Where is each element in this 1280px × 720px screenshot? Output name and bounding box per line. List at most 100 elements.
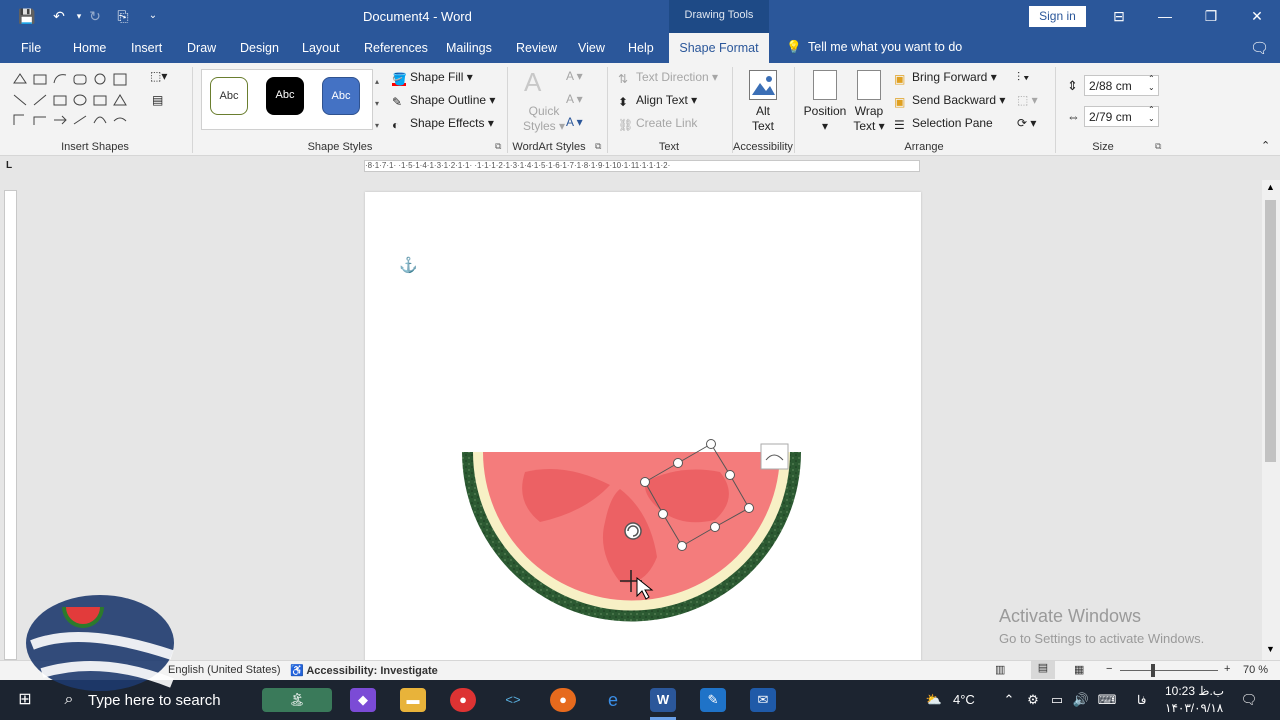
vertical-ruler[interactable] [4, 190, 17, 660]
scroll-thumb[interactable] [1265, 200, 1276, 462]
alt-text-button[interactable]: Alt Text [746, 104, 780, 134]
redo-icon[interactable]: ↻ [84, 6, 106, 26]
firefox-icon[interactable]: ● [550, 688, 576, 712]
scroll-down-icon[interactable]: ▼ [1266, 644, 1275, 654]
alt-text-icon[interactable] [749, 70, 777, 100]
tab-shape-format[interactable]: Shape Format [669, 33, 769, 63]
bring-forward-icon: ▣ [894, 72, 906, 86]
wordart-a-icon: A [524, 67, 542, 97]
style-swatch-black[interactable]: Abc [266, 77, 304, 115]
tab-design[interactable]: Design [240, 41, 279, 55]
quick-access-icon[interactable]: ⎘ [112, 6, 134, 26]
tab-home[interactable]: Home [73, 41, 106, 55]
horizontal-ruler[interactable]: ·8·1·7·1· ·1·5·1·4·1·3·1·2·1·1· ·1·1·1·2… [364, 160, 920, 172]
weather-icon[interactable]: ⛅ [921, 688, 947, 712]
align-text-button[interactable]: ⬍ Align Text ▾ [618, 93, 697, 109]
read-mode-icon[interactable]: ▥ [995, 663, 1005, 676]
rotate-icon[interactable]: ⟳ ▾ [1017, 116, 1036, 130]
position-button[interactable]: Position ▾ [800, 104, 850, 134]
close-button[interactable]: ✕ [1234, 0, 1280, 33]
temperature[interactable]: 4°C [953, 692, 975, 707]
tab-draw[interactable]: Draw [187, 41, 216, 55]
input-language[interactable]: ﻓﺎ [1137, 693, 1146, 707]
title-bar: 💾 ↶ ▾ ↻ ⎘ ⌄ Document4 - Word Drawing Too… [0, 0, 1280, 33]
style-swatch-outline[interactable]: Abc [210, 77, 248, 115]
alt-text-label-2: Text [751, 119, 774, 133]
height-spinner-icon[interactable]: ⌃ ⌄ [1148, 74, 1155, 92]
tab-view[interactable]: View [578, 41, 605, 55]
layout-options-icon[interactable] [760, 443, 789, 470]
clock-time[interactable]: 10:23 ب.ظ [1165, 684, 1224, 698]
wordart-launcher-icon[interactable]: ⧉ [595, 141, 601, 152]
tab-insert[interactable]: Insert [131, 41, 162, 55]
language-status[interactable]: English (United States) [168, 664, 281, 676]
wrap-text-button[interactable]: Wrap Text ▾ [850, 104, 888, 134]
tray-app-icon[interactable]: ⚙ [1020, 688, 1046, 712]
tray-expand-icon[interactable]: ⌃ [996, 688, 1022, 712]
internet-explorer-icon[interactable]: e [600, 688, 626, 712]
notifications-icon[interactable]: 🗨 [1236, 688, 1262, 712]
file-explorer-icon[interactable]: ▬ [400, 688, 426, 712]
sign-in-button[interactable]: Sign in [1029, 6, 1086, 27]
ribbon-display-icon[interactable]: ⊟ [1096, 0, 1142, 33]
vertical-scrollbar[interactable]: ▲ ▼ [1262, 180, 1280, 660]
volume-icon[interactable]: 🔊 [1068, 688, 1094, 712]
network-icon[interactable]: ▭ [1044, 688, 1070, 712]
zoom-out-icon[interactable]: − [1106, 663, 1112, 675]
minimize-button[interactable]: — [1142, 0, 1188, 33]
print-layout-icon[interactable]: ▤ [1031, 661, 1055, 679]
gallery-scroll-icon[interactable]: ▴ ▾ ▾ [375, 71, 379, 137]
width-spinner-icon[interactable]: ⌃ ⌄ [1148, 105, 1155, 123]
edit-shape-icon[interactable]: ⬚▾ [150, 69, 167, 83]
clock-date[interactable]: ۱۴۰۳/۰۹/۱۸ [1165, 701, 1223, 715]
position-icon[interactable] [813, 70, 837, 100]
tab-help[interactable]: Help [628, 41, 654, 55]
tab-file[interactable]: File [21, 41, 41, 55]
text-box-icon[interactable]: ▤ [152, 93, 163, 107]
collapse-ribbon-icon[interactable]: ⌃ [1261, 139, 1270, 152]
outlook-icon[interactable]: ✉ [750, 688, 776, 712]
size-launcher-icon[interactable]: ⧉ [1155, 141, 1161, 152]
shape-fill-button[interactable]: 🪣 Shape Fill ▾ [392, 70, 473, 86]
tell-me-search[interactable]: 💡 Tell me what you want to do [786, 40, 962, 55]
wrap-text-icon[interactable] [857, 70, 881, 100]
copilot-icon[interactable]: ◆ [350, 688, 376, 712]
zoom-in-icon[interactable]: + [1224, 663, 1230, 675]
drawing-tools-label: Drawing Tools [669, 0, 769, 33]
shape-effects-button[interactable]: ◐ Shape Effects ▾ [392, 116, 494, 132]
tab-review[interactable]: Review [516, 41, 557, 55]
undo-icon[interactable]: ↶ [48, 6, 70, 26]
text-effects-icon[interactable]: A ▾ [566, 115, 583, 129]
document-page[interactable]: ⚓ [365, 192, 921, 662]
send-backward-button[interactable]: ▣ Send Backward ▾ [894, 93, 1005, 109]
zoom-level[interactable]: 70 % [1243, 664, 1268, 676]
save-icon[interactable]: 💾 [16, 6, 38, 26]
paint-icon[interactable]: ✎ [700, 688, 726, 712]
comments-icon[interactable]: 🗨 [1250, 39, 1269, 57]
code-editor-icon[interactable]: <> [500, 688, 526, 712]
shape-styles-launcher-icon[interactable]: ⧉ [495, 141, 501, 152]
zoom-slider[interactable] [1120, 670, 1218, 671]
scroll-up-icon[interactable]: ▲ [1266, 182, 1275, 192]
tab-selector-icon[interactable]: L [6, 160, 12, 171]
customize-toolbar-icon[interactable]: ⌄ [142, 6, 164, 26]
zoom-slider-thumb[interactable] [1151, 664, 1155, 677]
keyboard-icon[interactable]: ⌨ [1094, 688, 1120, 712]
watermelon-drawing[interactable] [365, 192, 921, 662]
shape-outline-button[interactable]: ✎ Shape Outline ▾ [392, 93, 495, 109]
group-accessibility: Accessibility [733, 141, 793, 153]
accessibility-status[interactable]: ♿ Accessibility: Investigate [290, 664, 438, 677]
word-app-icon[interactable]: W [650, 688, 676, 712]
style-swatch-blue[interactable]: Abc [322, 77, 360, 115]
tab-references[interactable]: References [364, 41, 428, 55]
search-highlight-icon[interactable]: 🏝 [262, 688, 332, 712]
align-icon[interactable]: ⫶ ▾ [1017, 70, 1029, 85]
tab-mailings[interactable]: Mailings [446, 41, 492, 55]
chrome-icon[interactable]: ● [450, 688, 476, 712]
web-layout-icon[interactable]: ▦ [1074, 663, 1084, 676]
shapes-gallery[interactable] [10, 71, 140, 133]
selection-pane-button[interactable]: ☰ Selection Pane [894, 116, 993, 132]
restore-button[interactable]: ❐ [1188, 0, 1234, 33]
tab-layout[interactable]: Layout [302, 41, 340, 55]
bring-forward-button[interactable]: ▣ Bring Forward ▾ [894, 70, 997, 86]
